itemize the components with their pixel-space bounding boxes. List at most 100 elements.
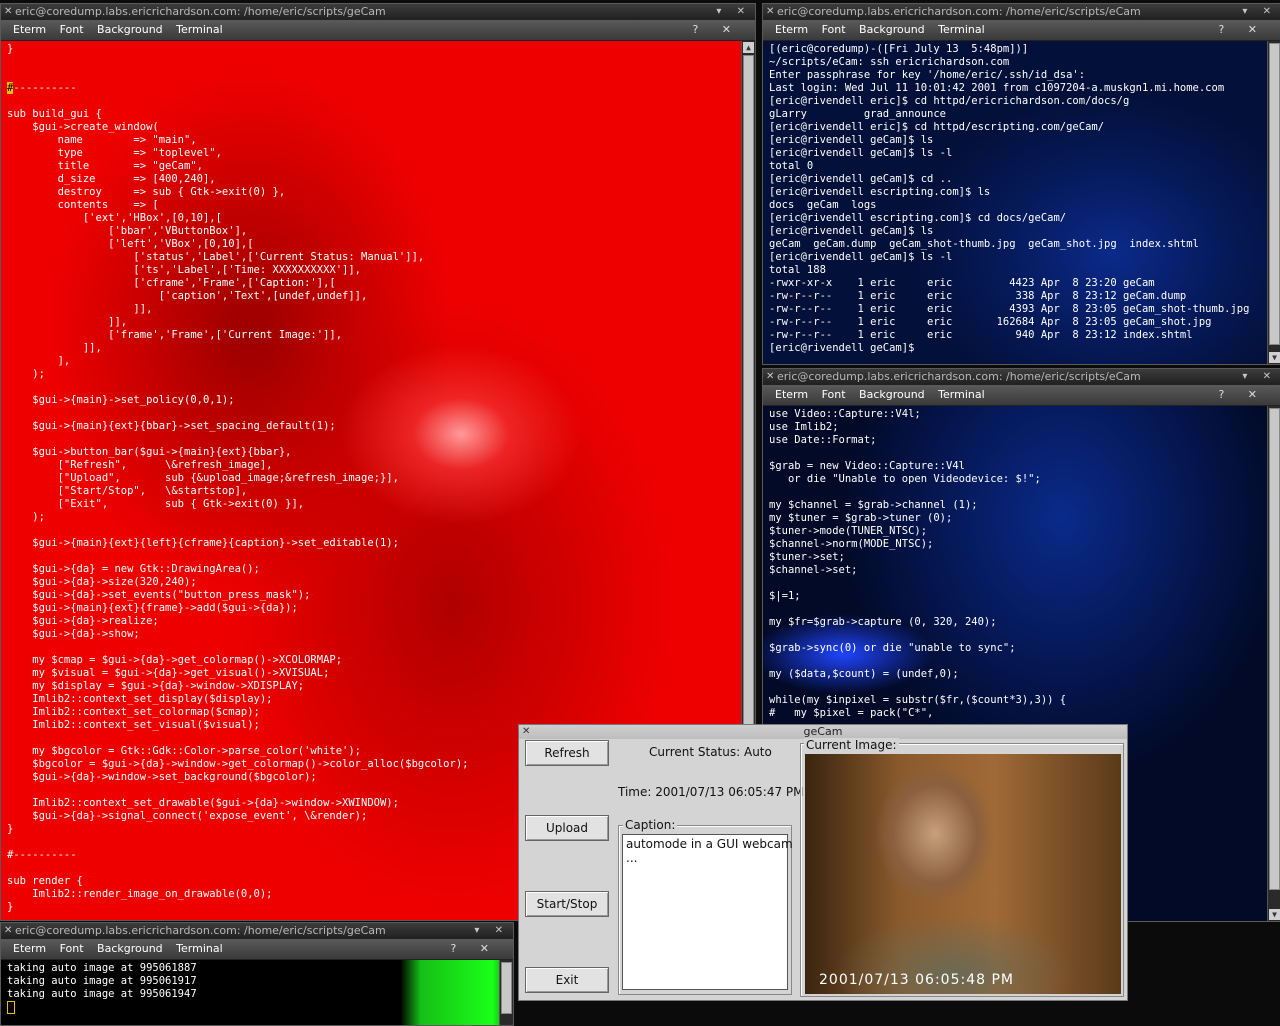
terminal-line: taking auto image at 995061887 bbox=[7, 962, 197, 974]
menu-font[interactable]: Font bbox=[822, 20, 846, 40]
terminal-line: type => "toplevel", bbox=[7, 147, 222, 159]
menu-font[interactable]: Font bbox=[822, 385, 846, 405]
terminal-output[interactable]: [(eric@coredump)-([Fri July 13 5:48pm])]… bbox=[763, 41, 1267, 364]
terminal-line: ); bbox=[7, 368, 45, 380]
close-icon[interactable]: ✕ bbox=[766, 4, 774, 20]
scrollbar[interactable]: ▼ bbox=[1267, 41, 1280, 364]
terminal-line: $gui->{main}{ext}{frame}->add($gui->{da}… bbox=[7, 602, 298, 614]
terminal-line: $gui->{da}->show; bbox=[7, 628, 140, 640]
window-controls[interactable]: ▾ ✕ bbox=[474, 923, 509, 939]
menu-font[interactable]: Font bbox=[60, 20, 84, 40]
window-controls[interactable]: ▾ ✕ bbox=[1242, 369, 1277, 385]
terminal-line: name => "main", bbox=[7, 134, 197, 146]
menu-help-close[interactable]: ? ✕ bbox=[450, 939, 499, 959]
menu-help-close[interactable]: ? ✕ bbox=[692, 20, 741, 40]
terminal-line: ); bbox=[7, 511, 45, 523]
editor-terminal-titlebar[interactable]: ✕ eric@coredump.labs.ericrichardson.com:… bbox=[763, 369, 1280, 385]
scrollbar[interactable]: ▼ bbox=[1267, 406, 1280, 921]
terminal-line: ['caption','Text',[undef,undef]], bbox=[7, 290, 368, 302]
scroll-down-icon[interactable]: ▼ bbox=[1269, 352, 1280, 363]
menu-background[interactable]: Background bbox=[97, 939, 163, 959]
terminal-output[interactable]: taking auto image at 995061887 taking aut… bbox=[1, 960, 499, 1025]
log-terminal-window[interactable]: ✕ eric@coredump.labs.ericrichardson.com:… bbox=[0, 922, 514, 1026]
menu-terminal[interactable]: Terminal bbox=[176, 20, 223, 40]
terminal-line: ["Exit", sub { Gtk->exit(0) }], bbox=[7, 498, 305, 510]
terminal-line: use Date::Format; bbox=[769, 434, 877, 446]
menu-eterm[interactable]: Eterm bbox=[775, 385, 808, 405]
gecam-titlebar[interactable]: ✕ geCam bbox=[519, 725, 1127, 739]
log-terminal-titlebar[interactable]: ✕ eric@coredump.labs.ericrichardson.com:… bbox=[1, 923, 513, 939]
scrollbar[interactable] bbox=[499, 960, 513, 1025]
terminal-line: ['frame','Frame',['Current Image:']], bbox=[7, 329, 343, 341]
ssh-terminal-window[interactable]: ✕ eric@coredump.labs.ericrichardson.com:… bbox=[762, 3, 1280, 365]
main-terminal-titlebar[interactable]: ✕ eric@coredump.labs.ericrichardson.com:… bbox=[1, 4, 755, 20]
menu-terminal[interactable]: Terminal bbox=[176, 939, 223, 959]
menu-terminal[interactable]: Terminal bbox=[938, 20, 985, 40]
window-controls[interactable]: ▾ ✕ bbox=[1242, 4, 1277, 20]
terminal-line: my $cmap = $gui->{da}->get_colormap()->X… bbox=[7, 654, 343, 666]
exit-button[interactable]: Exit bbox=[525, 967, 609, 993]
gecam-window[interactable]: ✕ geCam Refresh Upload Start/Stop Exit C… bbox=[518, 724, 1128, 1001]
scroll-up-icon[interactable]: ▲ bbox=[743, 42, 754, 53]
menu-eterm[interactable]: Eterm bbox=[13, 939, 46, 959]
menu-help-close[interactable]: ? ✕ bbox=[1218, 20, 1267, 40]
refresh-button[interactable]: Refresh bbox=[525, 740, 609, 766]
scroll-thumb[interactable] bbox=[1269, 43, 1280, 345]
scroll-thumb[interactable] bbox=[501, 962, 512, 1014]
close-icon[interactable]: ✕ bbox=[766, 369, 774, 385]
terminal-line: ['status','Label',['Current Status: Manu… bbox=[7, 251, 425, 263]
terminal-line: $grab->sync(0) or die "unable to sync"; bbox=[769, 642, 1016, 654]
terminal-line: ["Upload", sub {&upload_image;&refresh_i… bbox=[7, 472, 399, 484]
caption-text-area[interactable]: automode in a GUI webcam ... bbox=[622, 834, 793, 990]
terminal-line: [eric@rivendell escripting.com]$ cd docs… bbox=[769, 212, 1067, 224]
menu-background[interactable]: Background bbox=[97, 20, 163, 40]
terminal-line: docs geCam logs bbox=[769, 199, 877, 211]
window-title: eric@coredump.labs.ericrichardson.com: /… bbox=[777, 370, 1141, 383]
terminal-line: Last login: Wed Jul 11 10:01:42 2001 fro… bbox=[769, 82, 1225, 94]
terminal-line: $tuner->mode(TUNER_NTSC); bbox=[769, 525, 928, 537]
menu-font[interactable]: Font bbox=[60, 939, 84, 959]
terminal-line: gLarry grad_announce bbox=[769, 108, 947, 120]
terminal-line: sub build_gui { bbox=[7, 108, 102, 120]
terminal-line: contents => [ bbox=[7, 199, 159, 211]
close-icon[interactable]: ✕ bbox=[522, 725, 530, 739]
terminal-line: my $tuner = $grab->tuner (0); bbox=[769, 512, 953, 524]
terminal-line: [eric@rivendell geCam]$ ls -l bbox=[769, 251, 953, 263]
scroll-thumb[interactable] bbox=[1269, 408, 1280, 890]
menu-terminal[interactable]: Terminal bbox=[938, 385, 985, 405]
terminal-line: [eric@rivendell geCam]$ bbox=[769, 342, 921, 354]
menu-help-close[interactable]: ? ✕ bbox=[1218, 385, 1267, 405]
upload-button[interactable]: Upload bbox=[525, 815, 609, 841]
terminal-line: ['ts','Label',['Time: XXXXXXXXXX']], bbox=[7, 264, 362, 276]
ssh-terminal-titlebar[interactable]: ✕ eric@coredump.labs.ericrichardson.com:… bbox=[763, 4, 1280, 20]
terminal-line: Imlib2::context_set_display($display); bbox=[7, 693, 273, 705]
menu-eterm[interactable]: Eterm bbox=[775, 20, 808, 40]
menu-eterm[interactable]: Eterm bbox=[13, 20, 46, 40]
terminal-line: or die "Unable to open Videodevice: $!"; bbox=[769, 473, 1041, 485]
terminal-line: $gui->{main}->set_policy(0,0,1); bbox=[7, 394, 235, 406]
current-image-label: Current Image: bbox=[804, 738, 899, 752]
terminal-line: ]], bbox=[7, 303, 153, 315]
close-icon[interactable]: ✕ bbox=[4, 923, 12, 939]
terminal-line: title => "geCam", bbox=[7, 160, 203, 172]
window-controls[interactable]: ▾ ✕ bbox=[716, 4, 751, 20]
terminal-line: $gui->{da}->size(320,240); bbox=[7, 576, 197, 588]
menu-background[interactable]: Background bbox=[859, 385, 925, 405]
menu-background[interactable]: Background bbox=[859, 20, 925, 40]
scroll-down-icon[interactable]: ▼ bbox=[1269, 909, 1280, 920]
start-stop-button[interactable]: Start/Stop bbox=[525, 891, 609, 917]
terminal-line: -rw-r--r-- 1 eric eric 4393 Apr 8 23:05 … bbox=[769, 303, 1250, 315]
webcam-image[interactable]: 2001/07/13 06:05:48 PM bbox=[805, 754, 1121, 994]
terminal-line: ['cframe','Frame',['Caption:'],[ bbox=[7, 277, 336, 289]
terminal-line: $tuner->set; bbox=[769, 551, 845, 563]
close-icon[interactable]: ✕ bbox=[4, 4, 12, 20]
terminal-line: ['ext','HBox',[0,10],[ bbox=[7, 212, 222, 224]
